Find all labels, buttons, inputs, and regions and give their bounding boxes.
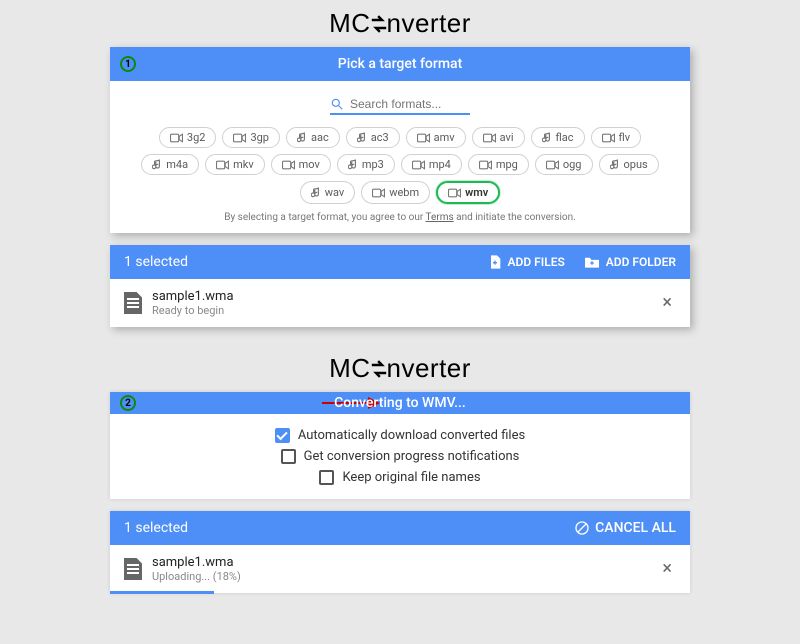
format-chip-flac[interactable]: flac bbox=[531, 127, 585, 148]
options: Automatically download converted files G… bbox=[110, 414, 690, 499]
chip-label: opus bbox=[624, 158, 648, 171]
fineprint: By selecting a target format, you agree … bbox=[130, 212, 670, 223]
format-panel: 1 Pick a target format 3g2 3gp aac ac3 amv av… bbox=[110, 47, 690, 233]
section-step2: MCnverter 2 Converting to WMV... Automat… bbox=[0, 349, 800, 615]
file-name: sample1.wma bbox=[152, 289, 648, 304]
format-chip-flv[interactable]: flv bbox=[591, 127, 642, 148]
checkbox-icon[interactable] bbox=[281, 449, 296, 464]
selected-count: 1 selected bbox=[124, 254, 188, 270]
chip-label: ogg bbox=[563, 158, 582, 171]
header-buttons: ADD FILES ADD FOLDER bbox=[487, 254, 676, 270]
file-row-uploading: sample1.wma Uploading... (18%) × bbox=[110, 545, 690, 593]
format-chip-wav[interactable]: wav bbox=[300, 181, 356, 204]
format-chip-mov[interactable]: mov bbox=[271, 154, 331, 175]
checkbox-icon[interactable] bbox=[319, 470, 334, 485]
format-chip-aac[interactable]: aac bbox=[286, 127, 340, 148]
file-row: sample1.wma Ready to begin × bbox=[110, 279, 690, 327]
converting-panel: 2 Converting to WMV... Automatically dow… bbox=[110, 392, 690, 499]
file-meta: sample1.wma Uploading... (18%) bbox=[152, 555, 648, 583]
logo-swap-icon bbox=[371, 359, 387, 379]
chip-label: amv bbox=[434, 131, 455, 144]
logo-swap-icon bbox=[371, 14, 387, 34]
add-folder-button[interactable]: ADD FOLDER bbox=[583, 255, 676, 269]
chip-label: avi bbox=[500, 131, 514, 144]
search-input[interactable] bbox=[350, 97, 470, 111]
format-chip-opus[interactable]: opus bbox=[599, 154, 659, 175]
chip-label: mov bbox=[299, 158, 320, 171]
panel-title: Pick a target format bbox=[338, 56, 462, 72]
format-chip-m4a[interactable]: m4a bbox=[141, 154, 199, 175]
format-chip-mp3[interactable]: mp3 bbox=[337, 154, 395, 175]
search-wrap[interactable] bbox=[330, 95, 470, 115]
format-chip-mpg[interactable]: mpg bbox=[468, 154, 529, 175]
chip-label: flv bbox=[619, 131, 631, 144]
selected-header: 1 selected ADD FILES ADD FOLDER bbox=[110, 245, 690, 279]
folder-add-icon bbox=[583, 255, 601, 269]
chip-label: flac bbox=[556, 131, 574, 144]
format-chip-webm[interactable]: webm bbox=[361, 181, 430, 204]
format-chip-3g2[interactable]: 3g2 bbox=[159, 127, 217, 148]
chip-label: mp3 bbox=[362, 158, 384, 171]
chip-label: aac bbox=[311, 131, 329, 144]
chip-label: webm bbox=[389, 186, 419, 199]
option-auto-download[interactable]: Automatically download converted files bbox=[275, 428, 525, 443]
selected-panel: 1 selected ADD FILES ADD FOLDER sample1.… bbox=[110, 245, 690, 327]
format-chip-wmv[interactable]: wmv bbox=[436, 181, 500, 204]
converting-title: Converting to WMV... bbox=[334, 395, 466, 411]
format-panel-header: 1 Pick a target format bbox=[110, 47, 690, 81]
step-badge-1: 1 bbox=[120, 56, 136, 72]
chip-label: wav bbox=[325, 186, 345, 199]
uploading-panel: 1 selected CANCEL ALL sample1.wma Upload… bbox=[110, 511, 690, 593]
format-chip-amv[interactable]: amv bbox=[406, 127, 466, 148]
format-panel-body: 3g2 3gp aac ac3 amv avi flac flv m4a mkv mov mp3 mp4… bbox=[110, 81, 690, 233]
format-chip-ogg[interactable]: ogg bbox=[535, 154, 593, 175]
cancel-all-button[interactable]: CANCEL ALL bbox=[574, 520, 676, 536]
option-notifications[interactable]: Get conversion progress notifications bbox=[281, 449, 520, 464]
file-name: sample1.wma bbox=[152, 555, 648, 570]
progress-bar bbox=[110, 591, 214, 594]
chip-label: wmv bbox=[465, 186, 488, 199]
file-add-icon bbox=[487, 254, 503, 270]
logo-pre: MC bbox=[329, 8, 370, 38]
search-icon bbox=[330, 97, 344, 111]
chip-label: mpg bbox=[496, 158, 518, 171]
logo-2: MCnverter bbox=[110, 353, 690, 384]
file-status: Uploading... (18%) bbox=[152, 570, 648, 583]
cancel-icon bbox=[574, 520, 590, 536]
format-chip-3gp[interactable]: 3gp bbox=[222, 127, 280, 148]
format-chip-mkv[interactable]: mkv bbox=[205, 154, 265, 175]
terms-link[interactable]: Terms bbox=[426, 212, 454, 223]
selected-count-2: 1 selected bbox=[124, 520, 188, 536]
converting-header: 2 Converting to WMV... bbox=[110, 392, 690, 414]
checkbox-checked-icon[interactable] bbox=[275, 428, 290, 443]
format-chip-mp4[interactable]: mp4 bbox=[401, 154, 462, 175]
add-files-button[interactable]: ADD FILES bbox=[487, 254, 565, 270]
file-icon bbox=[124, 558, 142, 580]
file-status: Ready to begin bbox=[152, 304, 648, 317]
chip-label: 3gp bbox=[250, 131, 269, 144]
chip-label: mkv bbox=[233, 158, 254, 171]
format-chips: 3g2 3gp aac ac3 amv avi flac flv m4a mkv mov mp3 mp4… bbox=[130, 127, 670, 204]
section-step1: MC nverter 1 Pick a target format 3g2 3gp a… bbox=[0, 0, 800, 349]
uploading-header: 1 selected CANCEL ALL bbox=[110, 511, 690, 545]
step-badge-2: 2 bbox=[120, 395, 136, 411]
chip-label: mp4 bbox=[429, 158, 451, 171]
remove-file-button[interactable]: × bbox=[658, 294, 676, 312]
logo: MC nverter bbox=[110, 8, 690, 39]
chip-label: 3g2 bbox=[187, 131, 206, 144]
file-icon bbox=[124, 292, 142, 314]
remove-file-button[interactable]: × bbox=[658, 560, 676, 578]
file-meta: sample1.wma Ready to begin bbox=[152, 289, 648, 317]
chip-label: m4a bbox=[166, 158, 188, 171]
option-keep-names[interactable]: Keep original file names bbox=[319, 470, 480, 485]
chip-label: ac3 bbox=[371, 131, 389, 144]
logo-post: nverter bbox=[387, 8, 471, 38]
format-chip-ac3[interactable]: ac3 bbox=[346, 127, 400, 148]
format-chip-avi[interactable]: avi bbox=[472, 127, 525, 148]
